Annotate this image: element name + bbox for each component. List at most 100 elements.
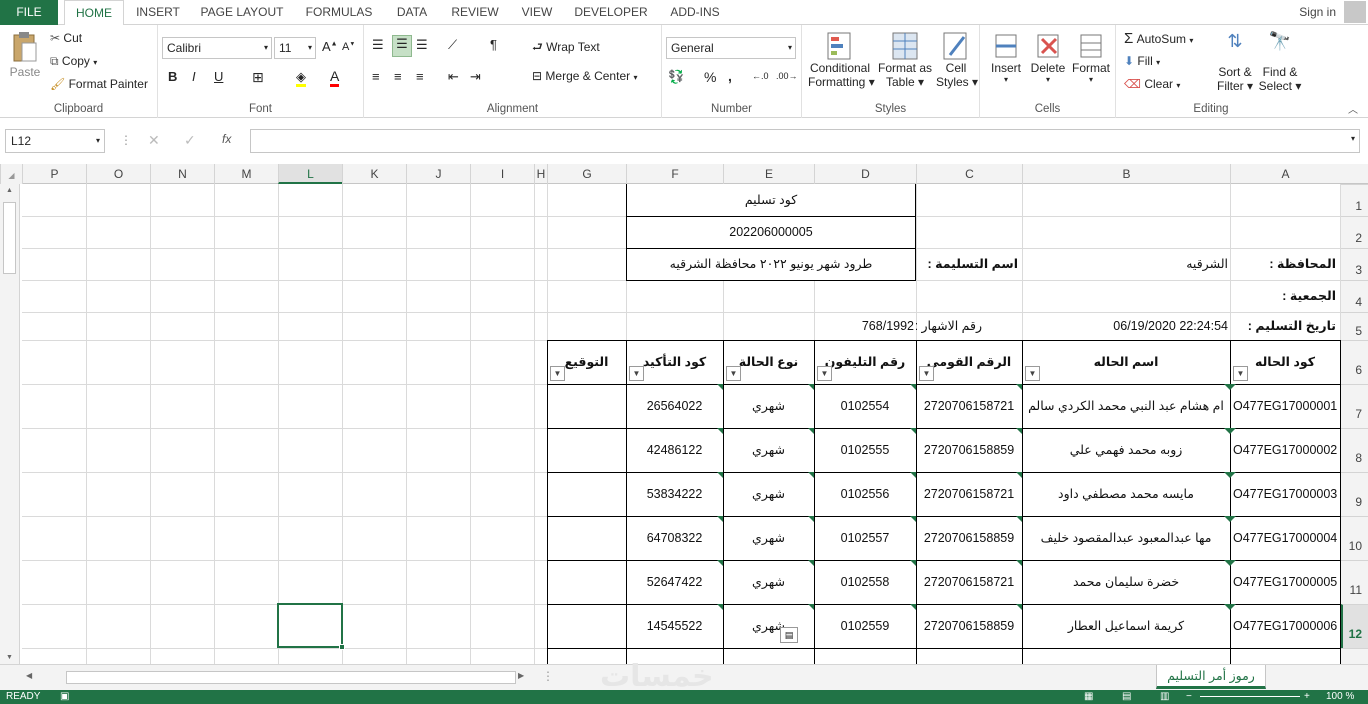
table-cell-e[interactable]: شهري	[723, 384, 814, 428]
table-cell-e[interactable]: شهري	[723, 560, 814, 604]
align-top-button[interactable]: ☰	[372, 37, 384, 53]
table-cell-b[interactable]: ام هشام عبد النبي محمد الكردي سالم	[1022, 384, 1230, 428]
table-cell-f[interactable]: 14545522	[626, 604, 723, 648]
percent-button[interactable]: %	[704, 69, 716, 85]
zoom-slider[interactable]	[1200, 696, 1300, 697]
table-cell-f[interactable]: 42486122	[626, 428, 723, 472]
column-header[interactable]: K	[342, 164, 406, 184]
insert-cells-button[interactable]: Insert ▾	[986, 31, 1026, 84]
filter-button[interactable]: ▼	[919, 366, 934, 381]
tab-review[interactable]: REVIEW	[446, 0, 504, 25]
tab-formulas[interactable]: FORMULAS	[300, 0, 378, 25]
tab-split-handle[interactable]: ⋮	[542, 669, 554, 683]
zoom-out-icon[interactable]: −	[1186, 690, 1192, 704]
table-cell-g[interactable]	[547, 516, 626, 560]
find-select-button[interactable]: 🔭 Find & Select ▾	[1258, 31, 1302, 93]
column-header[interactable]: B	[1022, 164, 1230, 184]
table-cell-g[interactable]	[547, 428, 626, 472]
row-header[interactable]	[1341, 648, 1368, 664]
row-header[interactable]: 3	[1341, 248, 1368, 280]
table-cell-c[interactable]: 2720706158721	[916, 560, 1022, 604]
comma-style-button[interactable]: ,	[728, 68, 732, 84]
column-header[interactable]: P	[22, 164, 86, 184]
page-break-view-icon[interactable]: ▥	[1160, 690, 1169, 704]
orientation-button[interactable]: ⟋	[448, 37, 457, 53]
table-cell-c[interactable]: 2720706158859	[916, 604, 1022, 648]
table-cell-d[interactable]: 0102557	[814, 516, 916, 560]
vertical-scrollbar[interactable]: ▲ ▼	[0, 184, 20, 664]
cell-styles-button[interactable]: Cell Styles ▾	[936, 31, 978, 89]
increase-indent-button[interactable]: ⇥	[470, 69, 481, 85]
table-cell-d[interactable]: 0102556	[814, 472, 916, 516]
tab-insert[interactable]: INSERT	[130, 0, 186, 25]
tab-file[interactable]: FILE	[0, 0, 58, 25]
table-cell-f[interactable]: 64708322	[626, 516, 723, 560]
collapse-ribbon-button[interactable]: ︿	[1348, 101, 1358, 116]
column-header[interactable]: O	[86, 164, 150, 184]
accounting-format-button[interactable]: 💱	[668, 69, 684, 85]
vertical-scroll-thumb[interactable]	[3, 202, 16, 274]
delivery-code-label[interactable]: كود تسليم	[626, 184, 916, 216]
align-bottom-button[interactable]: ☰	[416, 37, 428, 53]
clear-button[interactable]: ⌫ Clear ▾	[1124, 77, 1180, 91]
column-header[interactable]: J	[406, 164, 470, 184]
column-header[interactable]: H	[534, 164, 547, 184]
format-cells-button[interactable]: Format ▾	[1070, 31, 1112, 84]
table-cell-a[interactable]: O477EG17000004	[1230, 516, 1340, 560]
table-cell-c[interactable]: 2720706158721	[916, 384, 1022, 428]
avatar[interactable]	[1344, 1, 1366, 23]
filter-button[interactable]: ▼	[726, 366, 741, 381]
table-cell-e[interactable]: شهري	[723, 516, 814, 560]
column-header[interactable]: I	[470, 164, 534, 184]
macro-record-icon[interactable]: ▣	[60, 690, 69, 704]
table-cell-f[interactable]: 26564022	[626, 384, 723, 428]
filter-button[interactable]: ▼	[817, 366, 832, 381]
fill-button[interactable]: ⬇ Fill ▾	[1124, 54, 1160, 68]
sheet-tab-active[interactable]: رموز أمر التسليم	[1156, 665, 1266, 689]
filter-button[interactable]: ▼	[629, 366, 644, 381]
filter-button[interactable]: ▼	[1233, 366, 1248, 381]
scroll-left-icon[interactable]: ◀	[26, 671, 32, 680]
table-cell-a[interactable]: O477EG17000001	[1230, 384, 1340, 428]
paste-options-icon[interactable]: ▤	[780, 627, 798, 643]
table-cell-d[interactable]: 0102559	[814, 604, 916, 648]
name-box[interactable]: L12 ▾	[5, 129, 105, 153]
row-header[interactable]: 7	[1341, 384, 1368, 428]
table-cell-d[interactable]: 0102554	[814, 384, 916, 428]
fill-handle[interactable]	[339, 644, 345, 650]
row-header[interactable]: 1	[1341, 184, 1368, 216]
column-header[interactable]: G	[547, 164, 626, 184]
table-cell-g[interactable]	[547, 560, 626, 604]
borders-button[interactable]: ⊞	[252, 69, 264, 86]
conditional-formatting-button[interactable]: Conditional Formatting ▾	[808, 31, 875, 89]
column-header[interactable]: A	[1230, 164, 1340, 184]
cut-button[interactable]: ✂ Cut	[50, 31, 82, 45]
copy-button[interactable]: ⧉ Copy ▾	[50, 54, 97, 69]
column-header[interactable]: D	[814, 164, 916, 184]
table-cell-d[interactable]: 0102555	[814, 428, 916, 472]
horizontal-scroll-thumb[interactable]	[66, 671, 516, 684]
tab-page-layout[interactable]: PAGE LAYOUT	[196, 0, 288, 25]
fill-color-button[interactable]: ◈	[296, 69, 306, 87]
grow-font-button[interactable]: A▲	[322, 39, 338, 54]
delivery-code-value[interactable]: 202206000005	[626, 216, 916, 248]
align-middle-button[interactable]: ☰	[392, 35, 412, 57]
filter-button[interactable]: ▼	[1025, 366, 1040, 381]
check-icon[interactable]: ✓	[184, 132, 196, 149]
cancel-icon[interactable]: ✕	[148, 132, 160, 149]
table-cell-g[interactable]	[547, 604, 626, 648]
normal-view-icon[interactable]: ▦	[1084, 690, 1093, 704]
table-cell-d[interactable]: 0102558	[814, 560, 916, 604]
table-cell-c[interactable]: 2720706158721	[916, 472, 1022, 516]
format-as-table-button[interactable]: Format as Table ▾	[876, 31, 934, 89]
tab-developer[interactable]: DEVELOPER	[570, 0, 652, 25]
tab-view[interactable]: VIEW	[516, 0, 558, 25]
select-all-corner[interactable]: ◢	[0, 164, 22, 184]
decrease-decimal-button[interactable]: .00→	[776, 71, 798, 81]
align-right-button[interactable]: ≡	[416, 69, 424, 84]
table-cell-b[interactable]: خضرة سليمان محمد	[1022, 560, 1230, 604]
shrink-font-button[interactable]: A▼	[342, 41, 355, 53]
tab-data[interactable]: DATA	[390, 0, 434, 25]
row-header[interactable]: 8	[1341, 428, 1368, 472]
table-cell-a[interactable]: O477EG17000006	[1230, 604, 1340, 648]
